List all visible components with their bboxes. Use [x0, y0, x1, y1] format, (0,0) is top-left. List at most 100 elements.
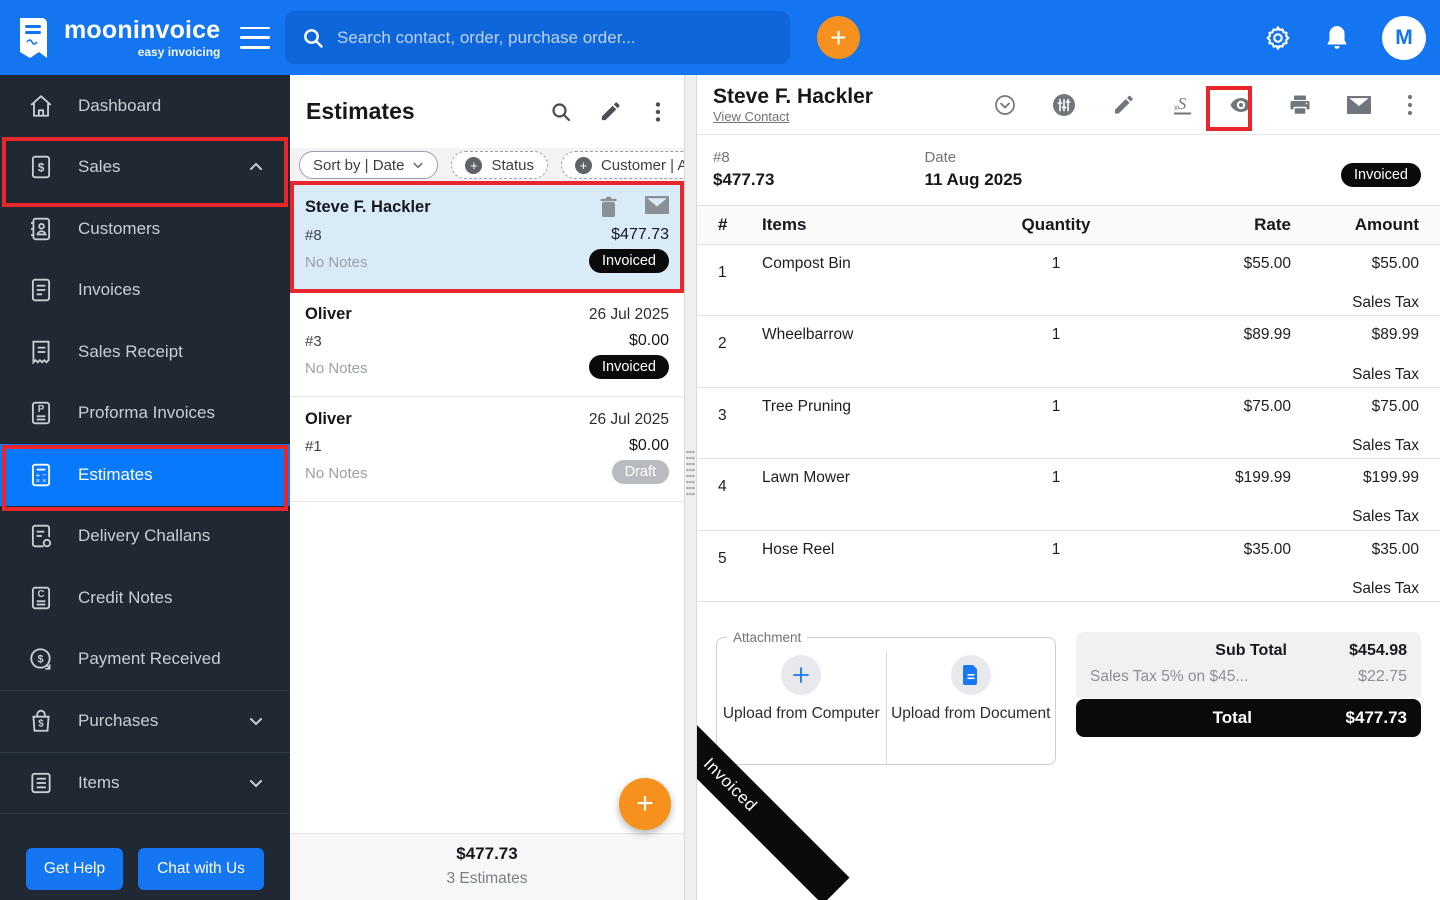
svg-text:C: C: [37, 589, 44, 600]
estimate-list-item[interactable]: Oliver 26 Jul 2025 #3 $0.00 No Notes Inv…: [290, 292, 684, 397]
date-value: 11 Aug 2025: [924, 170, 1023, 189]
estimate-customer-name: Steve F. Hackler: [305, 197, 431, 216]
item-amount: $35.00: [1371, 540, 1419, 558]
search-icon: [304, 28, 323, 48]
user-avatar[interactable]: M: [1382, 15, 1426, 60]
panel-resize-handle[interactable]: [684, 75, 697, 900]
sort-by-chip[interactable]: Sort by | Date: [299, 151, 439, 179]
history-status-icon[interactable]: [993, 93, 1017, 117]
more-options-icon[interactable]: [648, 101, 668, 123]
create-new-button[interactable]: +: [817, 16, 860, 59]
total-value: $477.73: [1345, 708, 1407, 727]
sidebar-item-items[interactable]: Items: [0, 751, 290, 814]
adjustments-icon[interactable]: [1052, 93, 1076, 117]
delete-trash-icon[interactable]: [598, 196, 619, 218]
list-search-icon[interactable]: [549, 100, 573, 124]
add-filter-icon: +: [574, 156, 592, 174]
customer-filter-label: Customer | A: [600, 156, 684, 174]
notifications-bell-icon[interactable]: [1324, 24, 1350, 52]
view-contact-link[interactable]: View Contact: [713, 109, 873, 124]
upload-from-computer-button[interactable]: Upload from Computer: [717, 651, 887, 764]
estimate-amount: $0.00: [628, 437, 669, 454]
sidebar-item-label: Proforma Invoices: [78, 403, 215, 423]
receipt-icon: [32, 340, 50, 365]
top-header: mooninvoice easy invoicing + M: [0, 0, 1440, 75]
item-amount: $89.99: [1371, 326, 1419, 344]
app-logo[interactable]: mooninvoice easy invoicing: [0, 16, 230, 60]
item-quantity: 1: [1051, 255, 1061, 272]
get-help-button[interactable]: Get Help: [26, 848, 123, 890]
sidebar-item-delivery-challans[interactable]: Delivery Challans: [0, 506, 290, 568]
settings-gear-icon[interactable]: [1264, 24, 1292, 52]
list-summary-footer: $477.73 3 Estimates: [290, 833, 684, 900]
sidebar-item-sales[interactable]: $ Sales: [0, 137, 290, 199]
print-icon[interactable]: [1288, 93, 1312, 117]
preview-eye-icon[interactable]: [1229, 93, 1253, 117]
grand-total-bar: Total $477.73: [1076, 699, 1421, 737]
more-options-icon[interactable]: [1406, 93, 1414, 117]
estimate-date: 26 Jul 2025: [588, 410, 669, 428]
estimate-customer-name: Oliver: [305, 305, 352, 323]
sidebar-item-proforma-invoices[interactable]: P Proforma Invoices: [0, 383, 290, 445]
sidebar-item-label: Purchases: [78, 711, 159, 731]
chat-with-us-button[interactable]: Chat with Us: [138, 848, 264, 890]
row-number: 1: [718, 264, 727, 281]
logo-title: mooninvoice: [64, 15, 221, 44]
estimate-number: #1: [305, 437, 322, 455]
estimate-number: #8: [305, 226, 322, 244]
item-quantity: 1: [1051, 540, 1061, 558]
item-tax: Sales Tax: [1352, 365, 1419, 383]
sidebar-item-label: Payment Received: [78, 649, 221, 669]
table-row: 5 Hose Reel 1 $35.00 $35.00 Sales Tax: [697, 531, 1440, 602]
upload-computer-label: Upload from Computer: [722, 705, 880, 722]
item-amount: $75.00: [1371, 397, 1419, 415]
proforma-document-icon: P: [31, 402, 51, 425]
customer-filter-chip[interactable]: + Customer | A: [560, 151, 684, 179]
send-email-icon[interactable]: [645, 196, 669, 215]
signature-icon[interactable]: Sx: [1170, 93, 1194, 117]
add-estimate-button[interactable]: +: [619, 778, 671, 830]
sidebar-item-purchases[interactable]: $ Purchases: [0, 690, 290, 752]
col-rate: Rate: [1254, 215, 1291, 234]
sidebar-item-sales-receipt[interactable]: Sales Receipt: [0, 321, 290, 383]
line-items-table: # Items Quantity Rate Amount 1 Compost B…: [697, 205, 1440, 602]
logo-document-icon: [20, 17, 47, 58]
col-quantity: Quantity: [1021, 215, 1091, 234]
sidebar-item-invoices[interactable]: Invoices: [0, 260, 290, 322]
chevron-up-icon: [250, 162, 262, 171]
status-filter-chip[interactable]: + Status: [451, 151, 548, 179]
sidebar-item-credit-notes[interactable]: C Credit Notes: [0, 567, 290, 629]
sidebar-item-payment-received[interactable]: $ Payment Received: [0, 629, 290, 691]
sidebar-item-dashboard[interactable]: Dashboard: [0, 75, 290, 137]
items-list-icon: [31, 772, 51, 793]
hamburger-menu-icon[interactable]: [240, 26, 270, 49]
estimate-list-item[interactable]: Steve F. Hackler #8 $477.73 No Notes Inv…: [290, 183, 684, 292]
svg-text:×: ×: [42, 476, 46, 485]
estimate-notes: No Notes: [305, 254, 368, 271]
chevron-down-icon: [413, 162, 423, 169]
item-rate: $35.00: [1243, 540, 1291, 558]
estimate-detail-panel: Steve F. Hackler View Contact Sx #8 $477…: [697, 75, 1440, 900]
sidebar-item-label: Dashboard: [78, 95, 162, 115]
attachment-legend: Attachment: [733, 630, 802, 645]
date-label: Date: [924, 149, 957, 166]
item-rate: $199.99: [1234, 469, 1291, 487]
sidebar-item-estimates[interactable]: + − × × Estimates: [0, 444, 290, 506]
global-search[interactable]: [285, 11, 790, 64]
item-name: Wheelbarrow: [762, 326, 854, 344]
item-rate: $75.00: [1243, 397, 1291, 415]
estimate-list-item[interactable]: Oliver 26 Jul 2025 #1 $0.00 No Notes Dra…: [290, 397, 684, 502]
table-row: 1 Compost Bin 1 $55.00 $55.00 Sales Tax: [697, 245, 1440, 317]
email-icon[interactable]: [1347, 93, 1371, 117]
item-quantity: 1: [1051, 397, 1061, 415]
sidebar-item-label: Estimates: [78, 464, 153, 484]
item-amount: $55.00: [1371, 255, 1419, 272]
sort-by-label: Sort by | Date: [313, 156, 405, 174]
invoice-document-icon: [31, 279, 51, 302]
edit-pencil-icon[interactable]: [599, 100, 622, 123]
search-input[interactable]: [337, 27, 757, 48]
detail-amount: $477.73: [713, 170, 775, 189]
sidebar-item-customers[interactable]: Customers: [0, 198, 290, 260]
edit-pencil-icon[interactable]: [1111, 93, 1135, 117]
upload-from-document-button[interactable]: Upload from Document: [887, 651, 1056, 764]
